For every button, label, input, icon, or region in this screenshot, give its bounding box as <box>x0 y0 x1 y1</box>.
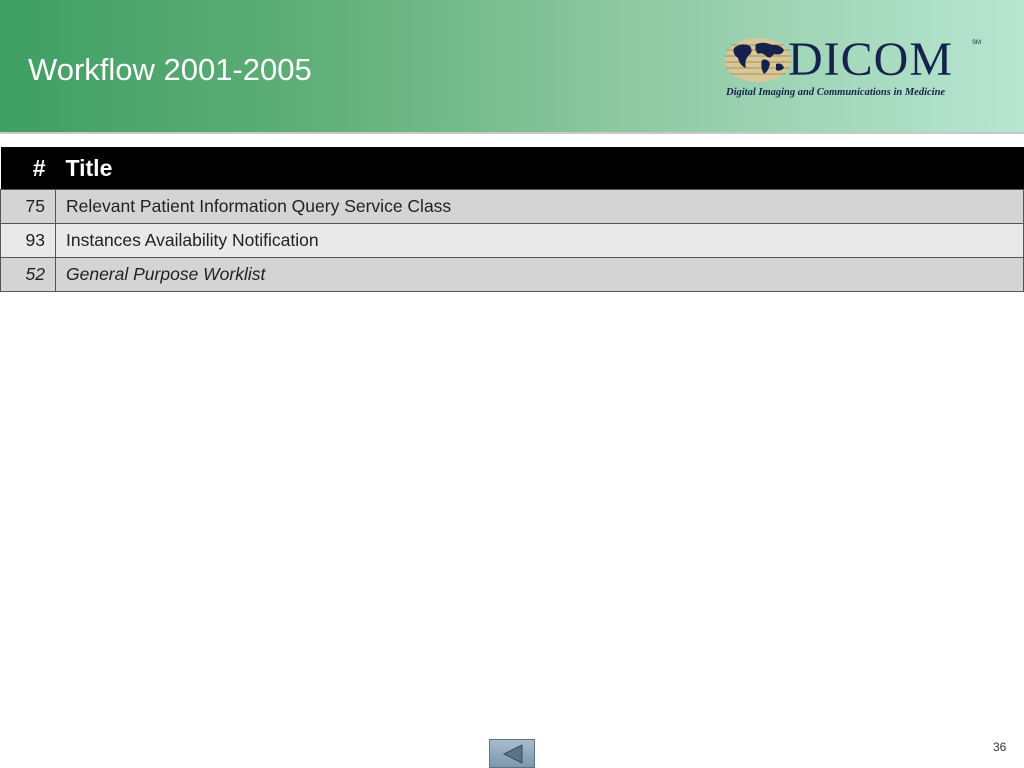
column-header-number: # <box>0 147 56 190</box>
row-title: General Purpose Worklist <box>55 257 1024 292</box>
column-header-title: Title <box>55 147 1024 190</box>
triangle-left-icon <box>502 744 523 764</box>
table-row: 52 General Purpose Worklist <box>0 257 1024 292</box>
dicom-logo: DICOM SM Digital Imaging and Communicati… <box>724 34 986 104</box>
globe-icon <box>725 38 791 82</box>
table-row: 93 Instances Availability Notification <box>0 223 1024 258</box>
workflow-table: # Title 75 Relevant Patient Information … <box>0 147 1024 292</box>
slide-title: Workflow 2001-2005 <box>28 52 312 87</box>
previous-slide-button[interactable] <box>489 739 535 768</box>
row-number: 75 <box>0 189 56 224</box>
row-number: 52 <box>0 257 56 292</box>
logo-tagline: Digital Imaging and Communications in Me… <box>726 87 946 98</box>
logo-service-mark: SM <box>972 40 981 46</box>
row-title: Relevant Patient Information Query Servi… <box>55 189 1024 224</box>
logo-wordmark: DICOM <box>788 33 954 86</box>
page-number: 36 <box>993 740 1007 754</box>
table-row: 75 Relevant Patient Information Query Se… <box>0 189 1024 224</box>
row-number: 93 <box>0 223 56 258</box>
slide-header: Workflow 2001-2005 DICOM SM Digital Imag… <box>0 0 1024 134</box>
row-title: Instances Availability Notification <box>55 223 1024 258</box>
table-header-row: # Title <box>0 147 1024 190</box>
